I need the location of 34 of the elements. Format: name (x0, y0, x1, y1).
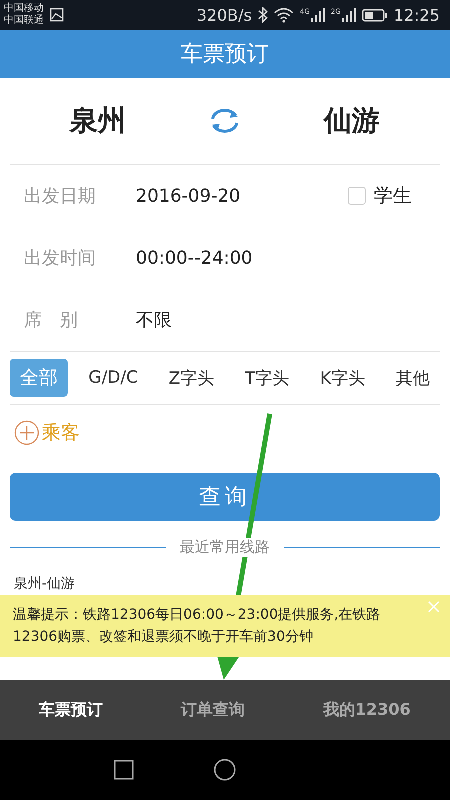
train-type-tab[interactable]: T字头 (235, 360, 300, 396)
bottom-tab[interactable]: 车票预订 (33, 698, 110, 722)
page-title: 车票预订 (181, 41, 269, 69)
checkbox-label: 学生 (374, 184, 412, 209)
departure-station[interactable]: 泉州 (70, 102, 126, 140)
bottom-tab[interactable]: 我的12306 (317, 698, 417, 722)
bluetooth-icon (258, 7, 268, 23)
recents-icon[interactable] (114, 760, 134, 780)
train-type-tab[interactable]: 其他 (386, 360, 440, 396)
field-value[interactable]: 不限 (136, 308, 172, 332)
recent-route[interactable]: 泉州-仙游 (14, 575, 436, 593)
field-label: 席 别 (24, 309, 79, 332)
signal-icon (311, 8, 325, 22)
field-value[interactable]: 00:00--24:00 (136, 248, 253, 268)
train-type-tab[interactable]: G/D/C (78, 362, 148, 394)
image-icon (50, 8, 64, 22)
notice-text: 温馨提示：铁路12306每日06:00～23:00提供服务,在铁路12306购票、改签和退票须不晚于开车前30分钟 (13, 606, 382, 647)
clock-time: 12:25 (394, 6, 440, 24)
network-speed: 320B/s (196, 6, 252, 24)
student-checkbox[interactable] (348, 187, 366, 205)
carrier-name: 中国移动 (4, 3, 44, 14)
field-label: 出发日期 (24, 185, 97, 208)
signal-icon (342, 8, 356, 22)
carrier-name: 中国联通 (4, 15, 44, 27)
field-label: 出发时间 (24, 247, 97, 270)
wifi-icon (274, 8, 294, 22)
field-value[interactable]: 2016-09-20 (136, 186, 241, 206)
home-icon[interactable] (214, 759, 236, 781)
bottom-tab[interactable]: 订单查询 (175, 698, 252, 722)
arrival-station[interactable]: 仙游 (324, 102, 380, 140)
battery-icon (362, 8, 388, 22)
add-circle-icon[interactable] (14, 420, 40, 446)
train-type-tab[interactable]: Z字头 (158, 360, 225, 396)
train-type-tab[interactable]: K字头 (310, 360, 376, 396)
